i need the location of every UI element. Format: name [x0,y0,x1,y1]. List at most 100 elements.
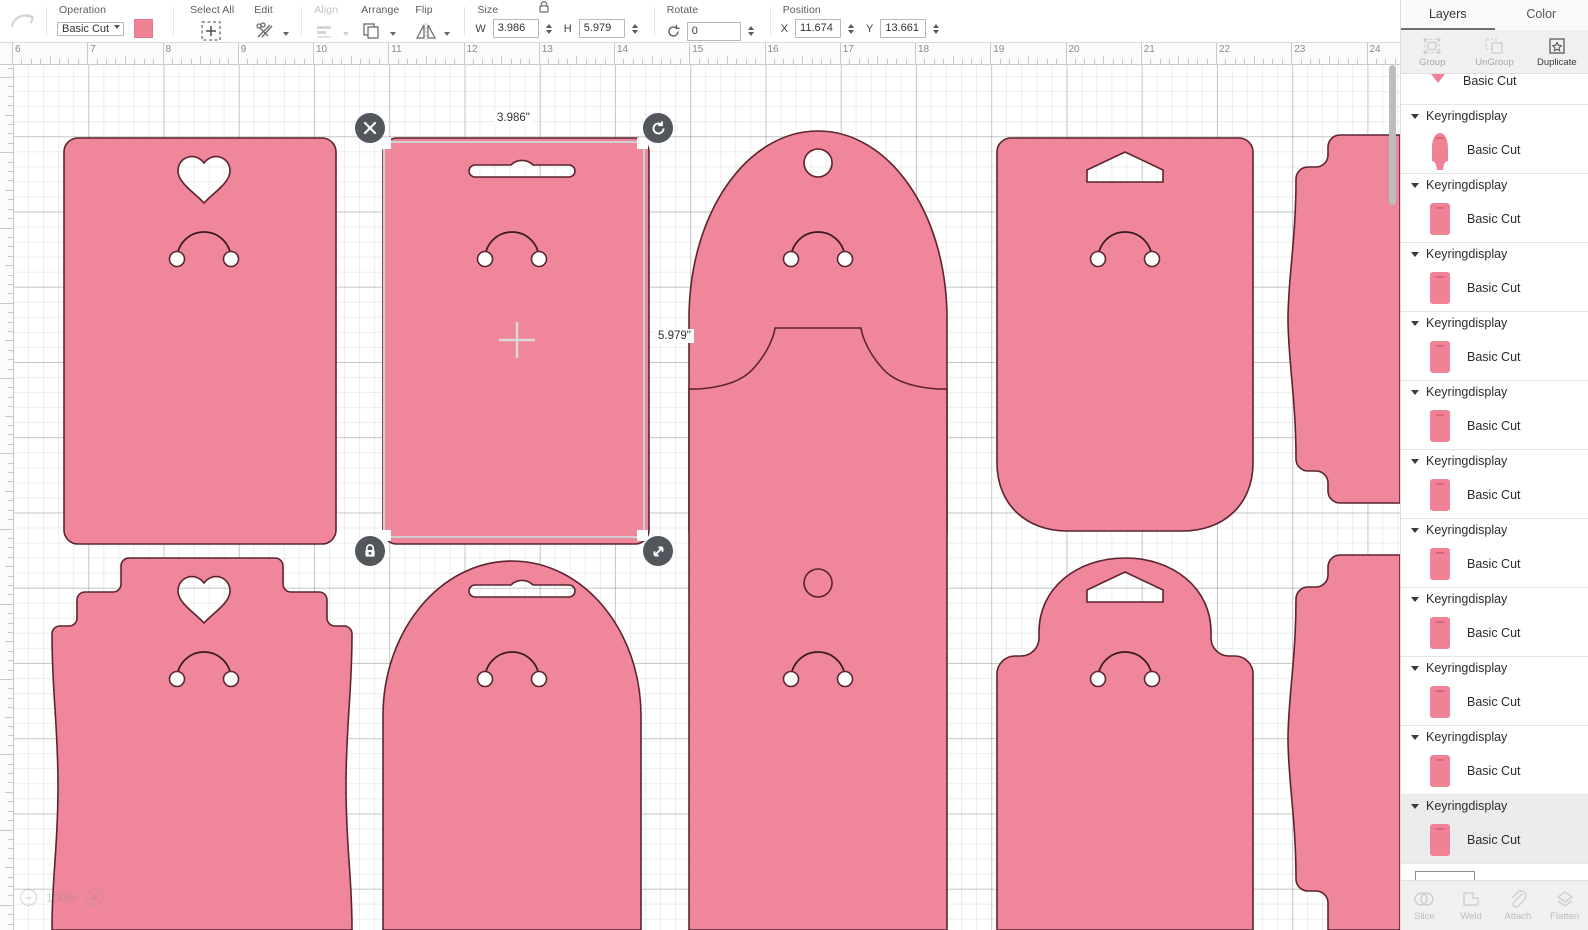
weld-button[interactable]: Weld [1448,889,1495,922]
edit-scissors-icon[interactable] [252,19,278,43]
align-group: Align [302,0,349,43]
delete-selection-button[interactable] [355,113,385,143]
ruler-label: 16 [765,44,779,55]
layer-group[interactable]: KeyringdisplayBasic Cut [1401,174,1588,243]
layer-row[interactable]: Basic Cut [1401,817,1588,863]
position-y-stepper[interactable] [931,23,941,35]
tab-color[interactable]: Color [1495,0,1588,30]
canvas-vertical-scrollbar[interactable] [1389,65,1396,205]
flatten-label: Flatten [1550,911,1579,922]
layer-row[interactable]: Basic Cut [1401,748,1588,794]
layer-header[interactable]: Keyringdisplay [1401,450,1588,472]
vertical-ruler[interactable] [0,65,14,930]
layer-header[interactable]: Keyringdisplay [1401,726,1588,748]
select-all-icon[interactable] [198,19,224,43]
rotate-stepper[interactable] [746,25,756,37]
chevron-down-icon[interactable] [1411,114,1419,119]
layer-group[interactable]: KeyringdisplayBasic Cut [1401,795,1588,864]
layer-group[interactable]: KeyringdisplayBasic Cut [1401,381,1588,450]
chevron-down-icon[interactable] [1411,183,1419,188]
width-input[interactable]: 3.986 [493,19,539,38]
zoom-out-button[interactable]: − [20,889,37,906]
chevron-down-icon[interactable] [444,32,450,36]
layer-group[interactable]: KeyringdisplayBasic Cut [1401,105,1588,174]
chevron-down-icon[interactable] [1411,252,1419,257]
width-stepper[interactable] [544,23,554,35]
size-lock-icon[interactable] [537,0,551,14]
ruler-major-tick [0,152,14,153]
ruler-major-tick [0,378,14,379]
blank-canvas-row[interactable]: Blank Canvas [1401,864,1588,880]
chevron-down-icon[interactable] [283,32,289,36]
layer-header[interactable]: Keyringdisplay [1401,312,1588,334]
zoom-in-button[interactable]: + [86,889,103,906]
layer-group[interactable]: KeyringdisplayBasic Cut [1401,519,1588,588]
group-button[interactable]: Group [1401,36,1463,68]
chevron-down-icon[interactable] [1411,390,1419,395]
chevron-down-icon[interactable] [1411,735,1419,740]
flatten-button[interactable]: Flatten [1541,889,1588,922]
ruler-minor-tick [50,56,51,65]
ruler-label: 17 [840,44,854,55]
layer-row[interactable]: Basic Cut [1401,610,1588,656]
layer-group[interactable]: KeyringdisplayBasic Cut [1401,450,1588,519]
layer-sublabel: Basic Cut [1467,695,1521,709]
chevron-down-icon[interactable] [1411,459,1419,464]
operation-color-swatch[interactable] [134,19,153,38]
chevron-down-icon[interactable] [1411,321,1419,326]
layer-row[interactable]: Basic Cut [1401,265,1588,311]
rotate-selection-handle[interactable] [643,113,673,143]
ruler-minor-tick [5,265,14,266]
chevron-down-icon[interactable] [1411,528,1419,533]
position-x-stepper[interactable] [846,23,856,35]
position-group: Position X 11.674 Y 13.661 [771,0,944,38]
layer-header[interactable]: Keyringdisplay [1401,588,1588,610]
layer-header[interactable]: Keyringdisplay [1401,519,1588,541]
resize-selection-handle[interactable] [643,536,673,566]
selection-bounding-box[interactable]: 3.986" 5.979" [383,141,645,538]
undo-arrow-icon[interactable] [8,8,38,38]
position-y-input[interactable]: 13.661 [880,19,926,38]
layer-row[interactable]: Basic Cut [1401,679,1588,725]
layer-row[interactable]: Basic Cut [1401,403,1588,449]
layers-list[interactable]: Basic Cut KeyringdisplayBasic CutKeyring… [1401,74,1588,880]
horizontal-ruler[interactable]: 6789101112131415161718192021222324252627 [0,43,1400,65]
chevron-down-icon[interactable] [1411,804,1419,809]
height-input[interactable]: 5.979 [579,19,625,38]
lock-aspect-handle[interactable] [355,536,385,566]
chevron-down-icon[interactable] [1411,666,1419,671]
duplicate-button[interactable]: Duplicate [1526,36,1588,68]
layer-group[interactable]: KeyringdisplayBasic Cut [1401,312,1588,381]
arrange-icon[interactable] [359,19,385,43]
flip-icon[interactable] [413,19,439,43]
ruler-minor-tick [1028,56,1029,65]
chevron-down-icon[interactable] [390,32,396,36]
ruler-label: 6 [12,44,21,55]
tab-layers[interactable]: Layers [1401,0,1495,30]
layer-group[interactable]: KeyringdisplayBasic Cut [1401,243,1588,312]
rotate-input[interactable]: 0 [687,22,741,41]
design-canvas[interactable]: 3.986" 5.979" [14,65,1400,930]
position-x-input[interactable]: 11.674 [795,19,841,38]
layer-row[interactable]: Basic Cut [1401,472,1588,518]
layer-group[interactable]: KeyringdisplayBasic Cut [1401,588,1588,657]
layer-group[interactable]: KeyringdisplayBasic Cut [1401,726,1588,795]
attach-button[interactable]: Attach [1495,889,1542,922]
layer-group-partial[interactable]: Basic Cut [1401,74,1588,105]
position-label: Position [781,4,944,16]
layer-header[interactable]: Keyringdisplay [1401,105,1588,127]
layer-header[interactable]: Keyringdisplay [1401,243,1588,265]
layer-header[interactable]: Keyringdisplay [1401,174,1588,196]
layer-row[interactable]: Basic Cut [1401,334,1588,380]
ungroup-button[interactable]: UnGroup [1463,36,1525,68]
layer-row[interactable]: Basic Cut [1401,541,1588,587]
layer-row[interactable]: Basic Cut [1401,196,1588,242]
layer-row[interactable]: Basic Cut [1401,127,1588,173]
layer-header[interactable]: Keyringdisplay [1401,381,1588,403]
chevron-down-icon[interactable] [1411,597,1419,602]
height-stepper[interactable] [630,23,640,35]
layer-header[interactable]: Keyringdisplay [1401,795,1588,817]
slice-button[interactable]: Slice [1401,889,1448,922]
layer-group[interactable]: Keyringdisplay Basic Cut [1401,657,1588,726]
layer-header[interactable]: Keyringdisplay [1401,657,1588,679]
